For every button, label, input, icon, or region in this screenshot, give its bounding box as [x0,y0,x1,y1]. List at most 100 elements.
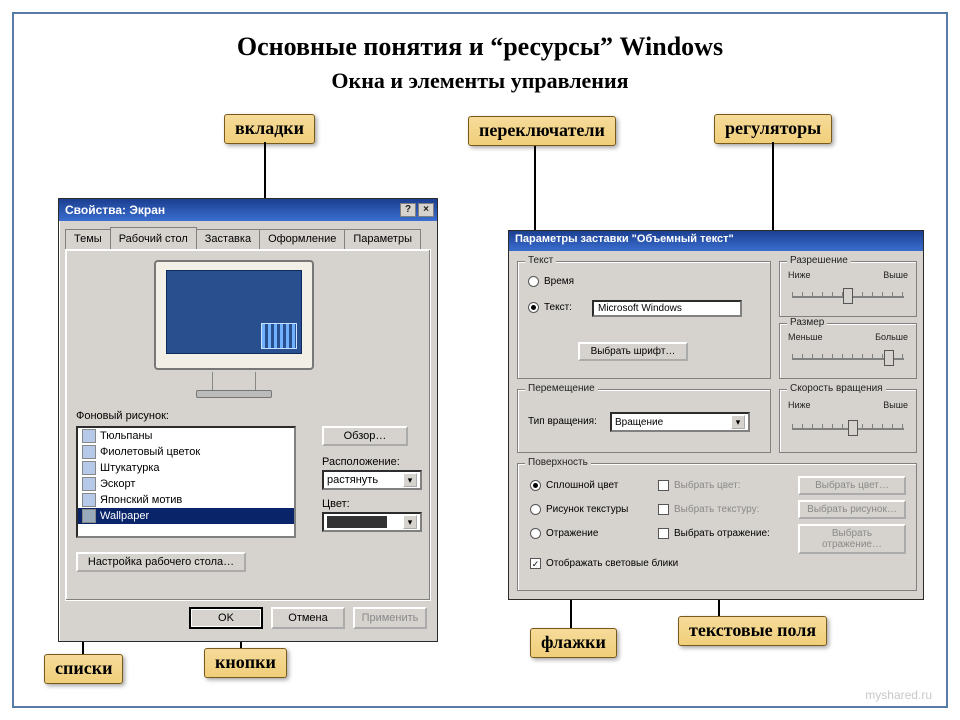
choose-font-button[interactable]: Выбрать шрифт… [578,342,688,361]
slider-thumb[interactable] [843,288,853,304]
radio-texture[interactable]: Рисунок текстуры [530,504,628,515]
group-caption: Текст [525,255,556,266]
radio-solid-color[interactable]: Сплошной цвет [530,480,618,491]
callout-checks: флажки [530,628,617,658]
titlebar: Свойства: Экран ? × [59,199,437,221]
watermark: myshared.ru [865,688,932,702]
group-movement: Перемещение Тип вращения: Вращение ▾ [517,389,771,453]
radio-icon [530,528,541,539]
monitor-preview [154,260,314,400]
image-icon [82,461,96,475]
image-icon [82,477,96,491]
group-caption: Размер [787,317,827,328]
size-slider[interactable] [788,344,908,364]
position-label: Расположение: [322,456,400,468]
radio-icon [528,276,539,287]
cancel-button[interactable]: Отмена [271,607,345,629]
text-input[interactable]: Microsoft Windows [592,300,742,317]
slider-label-low: Ниже [788,270,811,280]
image-icon [82,445,96,459]
slider-thumb[interactable] [884,350,894,366]
close-button[interactable]: × [418,203,434,217]
choose-color-button: Выбрать цвет… [798,476,906,495]
dropdown-arrow-icon[interactable]: ▾ [403,473,417,487]
rotation-label: Тип вращения: [528,416,597,427]
dropdown-arrow-icon[interactable]: ▾ [403,515,417,529]
group-caption: Поверхность [525,457,591,468]
slider-thumb[interactable] [848,420,858,436]
image-icon [82,429,96,443]
check-glare[interactable]: ✓ Отображать световые блики [530,558,678,569]
image-icon [82,509,96,523]
resolution-slider[interactable] [788,282,908,302]
callout-lists: списки [44,654,123,684]
radio-icon [528,302,539,313]
list-item[interactable]: Эскорт [78,476,294,492]
dialog-buttons: OK Отмена Применить [59,607,437,635]
group-caption: Скорость вращения [787,383,886,394]
apply-button[interactable]: Применить [353,607,427,629]
group-text: Текст Время Текст: Microsoft Windows Выб… [517,261,771,379]
group-resolution: Разрешение Ниже Выше [779,261,917,317]
list-item[interactable]: Штукатурка [78,460,294,476]
callout-tabs: вкладки [224,114,315,144]
choose-texture-button: Выбрать рисунок… [798,500,906,519]
radio-icon [530,480,541,491]
list-item-selected[interactable]: Wallpaper [78,508,294,524]
group-size: Размер Меньше Больше [779,323,917,379]
callout-buttons: кнопки [204,648,287,678]
color-label: Цвет: [322,498,350,510]
checkbox-icon [658,480,669,491]
group-surface: Поверхность Сплошной цвет Рисунок тексту… [517,463,917,591]
color-combo[interactable]: ▾ [322,512,422,532]
checkbox-icon [658,504,669,515]
rotation-value: Вращение [615,417,663,428]
image-icon [82,493,96,507]
group-caption: Перемещение [525,383,598,394]
radio-time[interactable]: Время [528,276,574,287]
background-list[interactable]: Тюльпаны Фиолетовый цветок Штукатурка Эс… [76,426,296,538]
position-combo[interactable]: растянуть ▾ [322,470,422,490]
slide-title: Основные понятия и “ресурсы” Windows [14,32,946,62]
color-swatch [327,516,387,528]
group-caption: Разрешение [787,255,851,266]
browse-button[interactable]: Обзор… [322,426,408,446]
checkbox-icon [658,528,669,539]
slider-label-high: Больше [875,332,908,342]
list-item[interactable]: Фиолетовый цветок [78,444,294,460]
slider-label-high: Выше [883,400,908,410]
callout-sliders: регуляторы [714,114,832,144]
callout-radios: переключатели [468,116,616,146]
tab-panel: Фоновый рисунок: Тюльпаны Фиолетовый цве… [65,249,431,601]
radio-reflection[interactable]: Отражение [530,528,598,539]
choose-reflection-button: Выбрать отражение… [798,524,906,554]
rotation-combo[interactable]: Вращение ▾ [610,412,750,432]
radio-text[interactable]: Текст: [528,302,572,313]
position-value: растянуть [327,474,378,486]
list-item[interactable]: Тюльпаны [78,428,294,444]
radio-icon [530,504,541,515]
background-label: Фоновый рисунок: [76,410,169,422]
slide-frame: Основные понятия и “ресурсы” Windows Окн… [12,12,948,708]
slide-subtitle: Окна и элементы управления [14,68,946,94]
check-choose-texture: Выбрать текстуру: [658,504,759,515]
customize-desktop-button[interactable]: Настройка рабочего стола… [76,552,246,572]
help-button[interactable]: ? [400,203,416,217]
check-choose-reflection[interactable]: Выбрать отражение: [658,528,770,539]
callout-textfields: текстовые поля [678,616,827,646]
speed-slider[interactable] [788,414,908,434]
dialog-title: Свойства: Экран [65,203,165,217]
list-item[interactable]: Японский мотив [78,492,294,508]
titlebar: Параметры заставки "Объемный текст" [509,231,923,251]
check-choose-color: Выбрать цвет: [658,480,741,491]
slider-label-low: Меньше [788,332,823,342]
tab-desktop[interactable]: Рабочий стол [110,227,197,250]
slider-label-high: Выше [883,270,908,280]
dropdown-arrow-icon[interactable]: ▾ [731,415,745,429]
checkbox-icon: ✓ [530,558,541,569]
slider-label-low: Ниже [788,400,811,410]
group-speed: Скорость вращения Ниже Выше [779,389,917,453]
screensaver-options-dialog: Параметры заставки "Объемный текст" Текс… [508,230,924,600]
ok-button[interactable]: OK [189,607,263,629]
display-properties-dialog: Свойства: Экран ? × Темы Рабочий стол За… [58,198,438,642]
